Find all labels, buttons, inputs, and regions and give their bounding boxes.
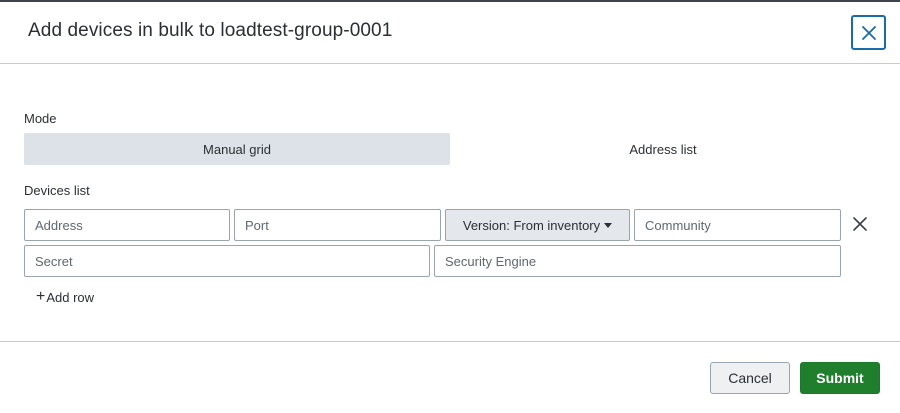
remove-row-button[interactable] [849,213,871,235]
devices-list-label: Devices list [24,183,90,198]
port-input[interactable] [234,209,441,241]
footer-divider [0,341,900,342]
close-button[interactable] [851,15,886,50]
cancel-button[interactable]: Cancel [710,362,790,394]
dialog-header: Add devices in bulk to loadtest-group-00… [0,2,900,64]
version-label: Version: From inventory [462,217,601,233]
community-input[interactable] [634,209,841,241]
plus-icon: + [36,288,46,305]
security-engine-input[interactable] [434,245,841,277]
dialog-title: Add devices in bulk to loadtest-group-00… [28,20,393,41]
address-input[interactable] [24,209,230,241]
remove-row-icon [853,217,867,231]
caret-down-icon [604,223,613,228]
mode-option-manual-grid[interactable]: Manual grid [24,133,450,165]
mode-option-address-list[interactable]: Address list [450,133,876,165]
secret-input[interactable] [24,245,430,277]
mode-option-label: Manual grid [203,141,271,157]
mode-label: Mode [24,111,57,126]
submit-button[interactable]: Submit [800,362,880,394]
add-row-button[interactable]: + Add row [36,287,94,307]
close-icon [861,25,876,40]
mode-option-label: Address list [629,141,697,157]
version-dropdown[interactable]: Version: From inventory [445,209,630,241]
add-row-label: Add row [46,289,95,305]
